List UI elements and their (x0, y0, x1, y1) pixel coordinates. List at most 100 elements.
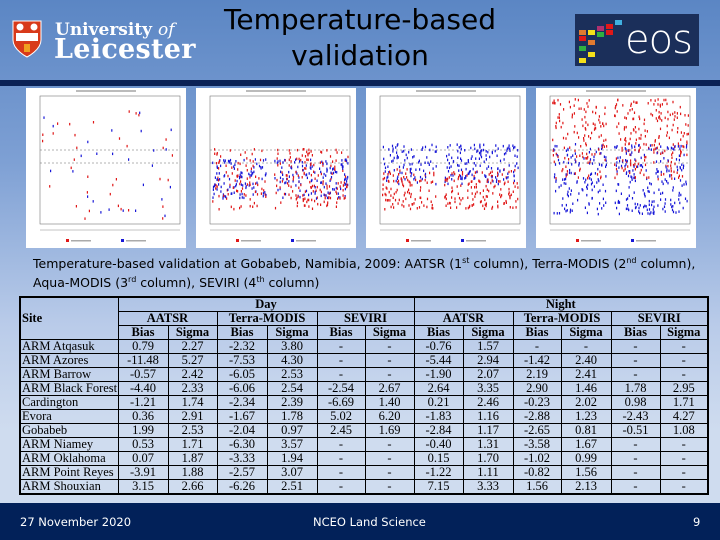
data-point (433, 171, 435, 175)
data-point (392, 174, 394, 177)
data-point (556, 212, 558, 215)
data-point (683, 153, 685, 157)
data-point (676, 171, 678, 174)
data-point (383, 172, 385, 175)
data-point (383, 176, 386, 180)
data-point (475, 183, 477, 186)
data-point (562, 136, 565, 140)
bias-value: -1.22 (413, 465, 464, 480)
data-point (281, 166, 283, 169)
data-point (494, 149, 496, 153)
data-point (419, 175, 422, 179)
data-point (552, 101, 554, 105)
data-point (588, 203, 590, 206)
data-point (112, 183, 114, 187)
data-point (296, 201, 299, 204)
data-point (486, 180, 488, 183)
data-point (602, 183, 604, 186)
site-name: ARM Niamey (19, 437, 119, 452)
bias-value: -11.48 (117, 353, 169, 368)
data-point (497, 174, 499, 178)
data-point (657, 177, 659, 181)
data-point (236, 189, 238, 193)
data-point (297, 165, 299, 169)
data-point (604, 112, 606, 116)
data-point (596, 173, 599, 176)
sigma-value: 1.70 (462, 451, 514, 466)
data-point (288, 180, 290, 183)
data-point (288, 164, 290, 167)
data-point (658, 188, 660, 191)
data-point (512, 190, 514, 193)
sigma-value: 3.80 (266, 339, 318, 354)
data-point (631, 108, 633, 111)
data-point (651, 144, 653, 147)
legend-label (241, 240, 261, 242)
data-point (314, 199, 316, 203)
data-point (589, 137, 592, 140)
data-point (241, 196, 243, 199)
bias-value: -3.33 (216, 451, 268, 466)
data-point (633, 176, 635, 180)
bias-value: 2.64 (413, 381, 464, 396)
data-point (615, 146, 617, 149)
data-point (555, 180, 557, 183)
data-point (411, 172, 413, 175)
bias-value: -0.82 (512, 465, 562, 480)
data-point (672, 112, 674, 116)
data-point (616, 172, 618, 176)
data-point (599, 189, 601, 192)
data-point (274, 159, 276, 163)
data-point (392, 150, 394, 153)
sigma-value: 2.41 (560, 367, 612, 382)
data-point (212, 161, 214, 165)
data-point (212, 188, 214, 191)
data-point (435, 182, 437, 186)
data-point (683, 132, 685, 135)
data-point (239, 173, 241, 177)
data-point (592, 122, 594, 125)
data-point (497, 167, 499, 171)
data-point (603, 155, 605, 158)
data-point (638, 127, 640, 131)
data-point (319, 161, 321, 164)
data-point (580, 107, 582, 110)
data-point (634, 168, 636, 171)
bias-value: -1.83 (413, 409, 464, 424)
table-row: ARM Shouxian 3.15 2.66 -6.26 2.51- -7.15 3.33 1… (19, 479, 709, 495)
data-point (603, 145, 605, 148)
data-point (434, 150, 436, 153)
data-point (645, 155, 647, 159)
data-point (388, 148, 390, 151)
data-point (670, 174, 673, 177)
data-point (418, 206, 421, 209)
data-point (465, 207, 467, 210)
data-point (346, 180, 348, 183)
data-point (458, 196, 461, 200)
data-point (639, 117, 641, 121)
data-point (653, 212, 655, 215)
data-point (587, 176, 589, 180)
legend-marker (236, 239, 239, 242)
data-point (294, 161, 296, 164)
data-point (384, 192, 386, 196)
validation-results-table: Site Day Night AATSR Terra-MODIS SEVIRI … (19, 296, 709, 495)
data-point (656, 119, 659, 123)
data-point (574, 98, 576, 101)
bias-value: - (316, 437, 366, 452)
data-point (69, 122, 71, 126)
data-point (586, 193, 588, 197)
data-point (554, 163, 557, 166)
data-point (389, 154, 391, 157)
page-title-line1: Temperature-based (224, 3, 496, 36)
data-point (339, 197, 341, 200)
data-point (574, 125, 576, 128)
data-point (574, 172, 576, 175)
data-point (392, 147, 394, 150)
data-point (464, 149, 466, 152)
data-point (657, 175, 659, 178)
data-point (50, 169, 52, 173)
bias-value: -2.34 (216, 395, 268, 410)
data-point (450, 165, 452, 168)
bias-value: 5.02 (316, 409, 366, 424)
